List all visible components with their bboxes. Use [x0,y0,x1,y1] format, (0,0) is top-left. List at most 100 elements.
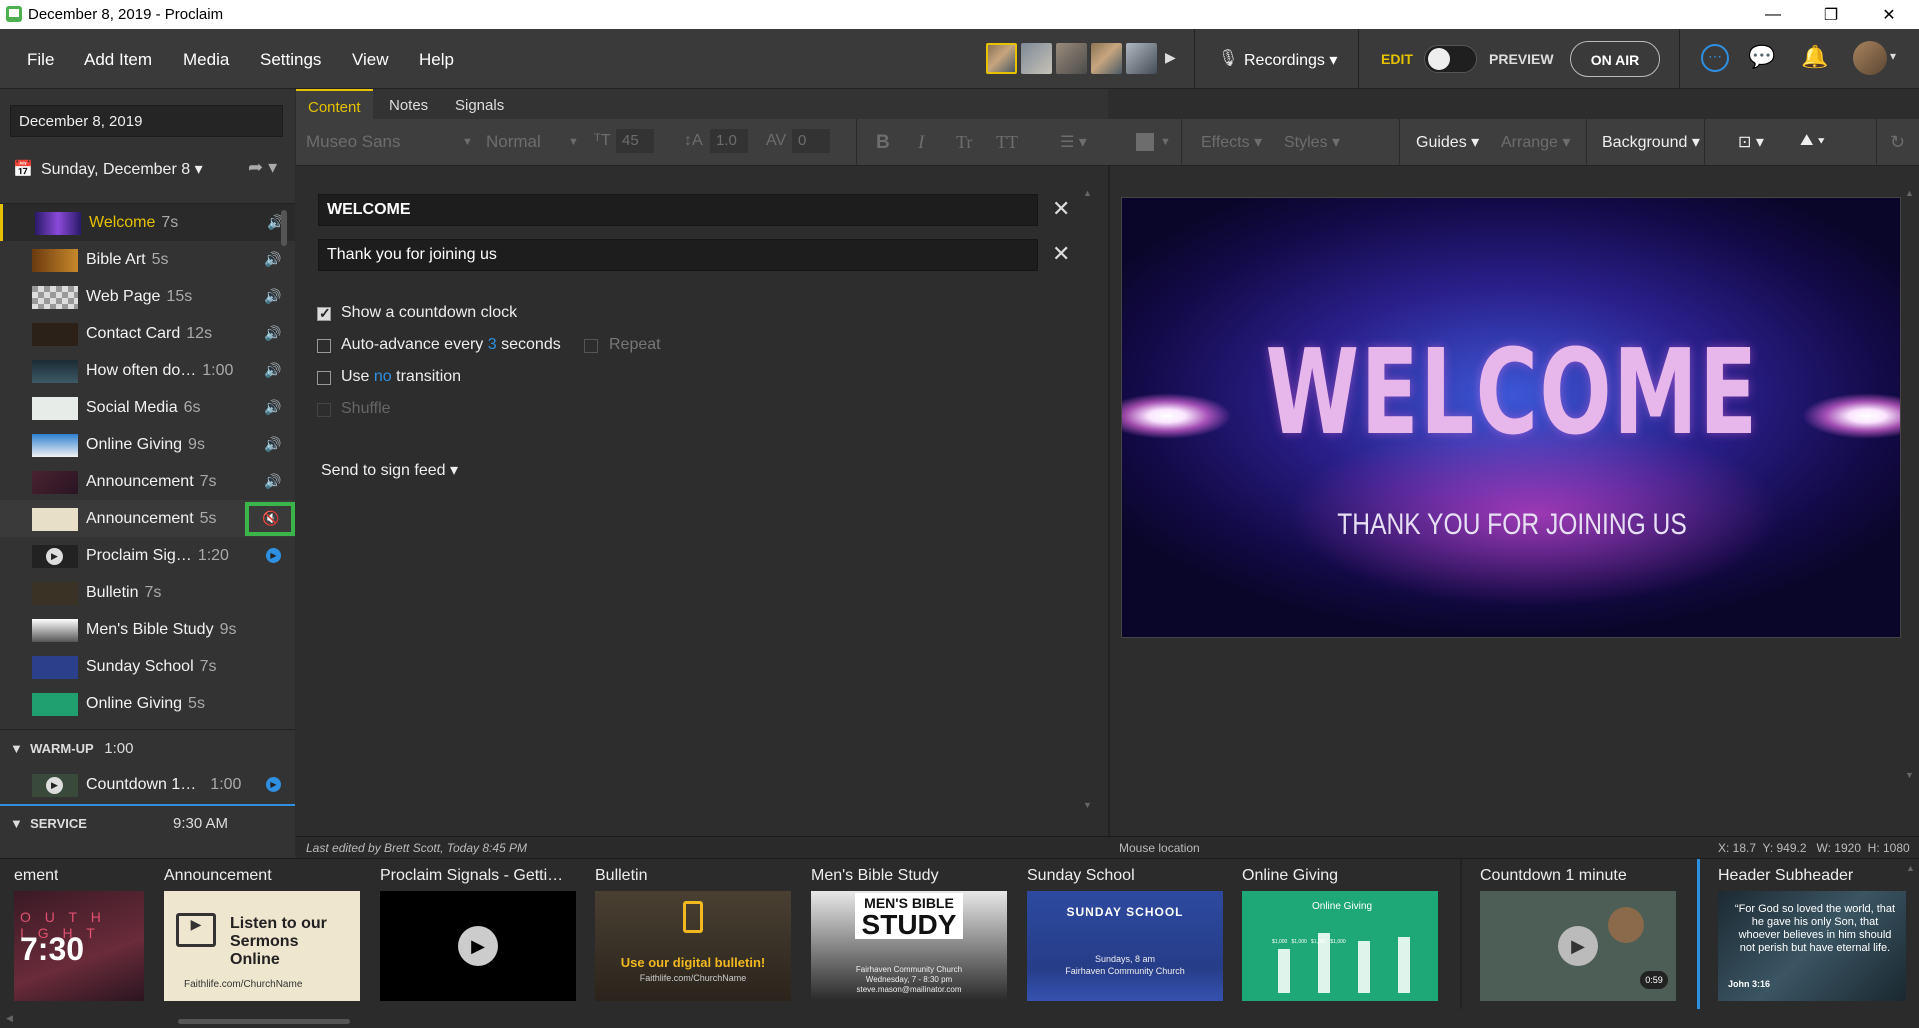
list-item[interactable]: Welcome 7s 🔊 [0,204,295,241]
share-icon[interactable]: ➦ ▾ [248,157,277,178]
scroll-down-icon[interactable]: ▼ [1905,770,1914,780]
strip-card[interactable]: ement O U T H I G H T 7:30 [14,859,149,1004]
speaker-icon[interactable]: 🔊 [264,436,281,453]
participant-avatar[interactable] [1056,43,1087,74]
scroll-left-icon[interactable]: ◀ [6,1013,13,1024]
scroll-down-icon[interactable]: ▼ [1083,800,1092,810]
strip-card[interactable]: Sunday School SUNDAY SCHOOL Sundays, 8 a… [1027,859,1223,1004]
muted-speaker-icon[interactable]: 🔇 [262,510,279,527]
line-height-input[interactable]: 1.0 [710,129,748,153]
image-icon[interactable]: ⛰ ▾ [1800,132,1825,150]
close-window-button[interactable]: ✕ [1860,0,1918,29]
strip-card[interactable]: Bulletin Use our digital bulletin! Faith… [595,859,791,1004]
menu-help[interactable]: Help [419,50,454,70]
speaker-icon[interactable]: 🔊 [264,251,281,268]
recordings-dropdown[interactable]: Recordings ▾ [1244,50,1337,70]
list-item[interactable]: Contact Card 12s 🔊 [0,315,295,352]
uppercase-button[interactable]: TT [996,132,1018,153]
bold-button[interactable]: B [876,132,890,154]
edit-preview-toggle[interactable] [1424,45,1477,73]
list-item[interactable]: Bible Art 5s 🔊 [0,241,295,278]
participant-avatar[interactable] [1021,43,1052,74]
strip-card[interactable]: Announcement ▶ Listen to our Sermons Onl… [164,859,360,1004]
list-item[interactable]: How often do… 1:00 🔊 [0,352,295,389]
tab-notes[interactable]: Notes [377,89,440,119]
list-item[interactable]: Social Media 6s 🔊 [0,389,295,426]
list-item[interactable]: Web Page 15s 🔊 [0,278,295,315]
scroll-up-icon[interactable]: ▲ [1083,188,1092,198]
list-item[interactable]: ▶ Proclaim Sig… 1:20 ▶ [0,537,295,574]
italic-button[interactable]: I [918,132,924,154]
date-field[interactable]: December 8, 2019 [10,105,283,137]
warmup-section-header[interactable]: ▼ WARM-UP 1:00 [10,740,133,757]
strip-card[interactable]: Online Giving Online Giving $1,000 $1,00… [1242,859,1438,1004]
menu-settings[interactable]: Settings [260,50,321,70]
countdown-checkbox[interactable] [317,305,331,322]
list-item[interactable]: Online Giving 5s [0,685,295,722]
chevron-down-icon[interactable]: ▼ [568,136,579,148]
service-day-selector[interactable]: Sunday, December 8 ▾ [41,159,203,179]
bell-icon[interactable]: 🔔 [1801,44,1828,70]
tab-content[interactable]: Content [296,89,373,119]
speaker-icon[interactable]: 🔊 [264,362,281,379]
text-field-title[interactable]: WELCOME [318,194,1038,226]
scroll-up-icon[interactable]: ▲ [1905,188,1914,198]
list-item[interactable]: Online Giving 9s 🔊 [0,426,295,463]
chevron-down-icon[interactable]: ▾ [1890,49,1896,63]
participant-avatar[interactable] [1091,43,1122,74]
transition-checkbox[interactable] [317,371,331,385]
close-icon[interactable]: ✕ [1052,196,1070,222]
play-icon[interactable]: ▶ [266,548,281,563]
service-section-header[interactable]: ▼ SERVICE [10,816,87,831]
strip-card[interactable]: Proclaim Signals - Getti… ▶ [380,859,576,1004]
speaker-icon[interactable]: 🔊 [264,288,281,305]
participant-avatar[interactable] [986,43,1017,74]
font-size-input[interactable]: 45 [616,129,654,153]
font-weight-select[interactable]: Normal [486,132,541,152]
menu-file[interactable]: File [27,50,54,70]
speaker-icon[interactable]: 🔊 [264,325,281,342]
auto-advance-checkbox[interactable] [317,339,331,353]
sign-feed-dropdown[interactable]: Send to sign feed ▾ [321,460,458,480]
participant-avatar[interactable] [1126,43,1157,74]
list-item[interactable]: Announcement 5s 🔇 [0,500,295,537]
letter-spacing-input[interactable]: 0 [792,129,830,153]
speaker-icon[interactable]: 🔊 [264,473,281,490]
list-item[interactable]: Bulletin 7s [0,574,295,611]
close-icon[interactable]: ✕ [1052,241,1070,267]
shuffle-checkbox[interactable] [317,403,331,417]
on-air-button[interactable]: ON AIR [1570,41,1660,77]
arrange-dropdown[interactable]: Arrange ▾ [1501,132,1570,152]
list-item[interactable]: Announcement 7s 🔊 [0,463,295,500]
align-icon[interactable]: ☰ ▾ [1060,132,1087,152]
chevron-down-icon[interactable]: ▼ [1160,136,1171,148]
title-case-button[interactable]: Tr [956,132,972,153]
menu-media[interactable]: Media [183,50,229,70]
list-item[interactable]: Sunday School 7s [0,648,295,685]
effects-dropdown[interactable]: Effects ▾ [1201,132,1262,152]
repeat-checkbox[interactable] [584,339,598,353]
more-options-icon[interactable]: ⋯ [1701,44,1729,72]
auto-advance-seconds[interactable]: 3 [488,336,497,353]
sidebar-scrollbar[interactable] [281,210,287,246]
strip-card[interactable]: Men's Bible Study MEN'S BIBLE STUDY Fair… [811,859,1007,1004]
list-item[interactable]: ▶ Countdown 1… 1:00 ▶ [0,766,295,803]
background-dropdown[interactable]: Background ▾ [1602,132,1700,152]
list-item[interactable]: Men's Bible Study 9s [0,611,295,648]
slide-preview[interactable]: WELCOME THANK YOU FOR JOINING US [1121,197,1901,638]
text-field-subtitle[interactable]: Thank you for joining us [318,239,1038,271]
restore-button[interactable]: ❐ [1802,0,1860,29]
minimize-button[interactable]: — [1744,0,1802,29]
play-icon[interactable]: ▶ [266,777,281,792]
user-avatar[interactable] [1853,41,1887,75]
speaker-icon[interactable]: 🔊 [264,399,281,416]
strip-card[interactable]: Countdown 1 minute ▶ 0:59 [1480,859,1676,1004]
calendar-icon[interactable]: 📅 [13,159,33,179]
chevron-down-icon[interactable]: ▼ [462,136,473,148]
transition-value[interactable]: no [374,368,392,385]
color-swatch[interactable] [1136,133,1154,151]
font-family-select[interactable]: Museo Sans [306,132,401,152]
strip-card[interactable]: Header Subheader “For God so loved the w… [1718,859,1908,1004]
styles-dropdown[interactable]: Styles ▾ [1284,132,1340,152]
text-box-icon[interactable]: ⊡ ▾ [1738,132,1764,152]
